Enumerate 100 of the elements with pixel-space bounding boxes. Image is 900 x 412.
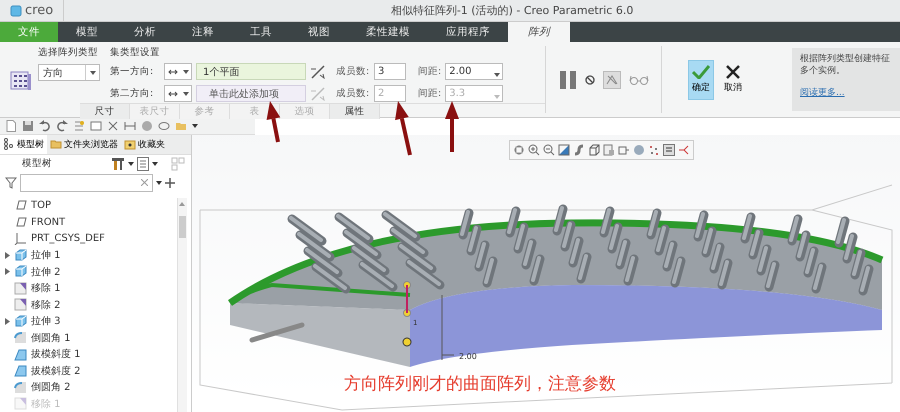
- read-more-link[interactable]: 阅读更多...: [800, 87, 900, 99]
- menu-tab[interactable]: 注释: [174, 22, 232, 42]
- cube-icon[interactable]: [588, 144, 600, 156]
- undo-icon[interactable]: [39, 120, 51, 132]
- redo-icon[interactable]: [56, 120, 68, 132]
- menu-tab[interactable]: 柔性建模: [348, 22, 428, 42]
- spacing-label: 间距:: [418, 65, 442, 78]
- tree-item[interactable]: TOP: [0, 198, 177, 214]
- plus-icon[interactable]: [165, 178, 175, 188]
- curve-icon: [14, 380, 27, 394]
- close-icon: [141, 179, 148, 186]
- branch-icon[interactable]: [678, 144, 690, 156]
- panel-title: 模型树: [22, 157, 53, 170]
- document-icon[interactable]: [5, 120, 17, 132]
- search-field[interactable]: [20, 174, 153, 192]
- save-icon[interactable]: [22, 120, 34, 132]
- direction-label: 第二方向:: [110, 87, 154, 100]
- count-field[interactable]: 3: [374, 63, 406, 80]
- direction-label: 第一方向:: [110, 65, 154, 78]
- dimension-label: 2.00: [459, 352, 477, 361]
- caret-icon: [90, 70, 96, 74]
- dots-icon[interactable]: [648, 144, 660, 156]
- annotation-caption: 方向阵列刚才的曲面阵列，注意参数: [344, 373, 616, 395]
- arrow-annotation: [445, 101, 459, 152]
- tree-item[interactable]: 移除 2: [0, 296, 177, 314]
- caret-icon: [494, 73, 500, 77]
- tree-item[interactable]: 倒圆角 1: [0, 330, 177, 346]
- regenerate-icon[interactable]: [73, 120, 85, 132]
- caret-icon: [494, 95, 500, 99]
- scrollbar[interactable]: [177, 198, 187, 412]
- cube-icon: [14, 265, 27, 278]
- zoom-fit-icon[interactable]: [513, 144, 525, 156]
- layers-icon[interactable]: [663, 144, 675, 156]
- filter-icon[interactable]: [5, 176, 17, 189]
- menu-tab[interactable]: 视图: [290, 22, 348, 42]
- scrollbar-thumb[interactable]: [179, 216, 186, 238]
- tree-icon: [3, 138, 15, 150]
- tree-item[interactable]: 拉伸 3: [0, 313, 177, 330]
- tree-item[interactable]: 拔模斜度 1: [0, 346, 177, 363]
- check-icon: [692, 65, 710, 79]
- ribbon-tab[interactable]: 属性: [330, 104, 380, 119]
- menu-tab[interactable]: 应用程序: [428, 22, 508, 42]
- menu-tab[interactable]: 阵列: [508, 22, 570, 42]
- direction-dropdown[interactable]: [164, 85, 192, 102]
- wedge-icon: [14, 364, 27, 378]
- caret-icon[interactable]: [152, 162, 158, 166]
- spacing-dropdown[interactable]: 2.00: [445, 63, 504, 80]
- flip-direction-icon: [310, 86, 326, 100]
- panel-tab[interactable]: 收藏夹: [121, 135, 168, 154]
- ribbon-tab[interactable]: 尺寸: [80, 104, 130, 119]
- reference-field[interactable]: 1个平面: [196, 63, 306, 80]
- plane-icon: [14, 216, 27, 229]
- window-icon[interactable]: [90, 120, 102, 132]
- menu-tab[interactable]: 模型: [58, 22, 116, 42]
- caret-icon[interactable]: [192, 124, 198, 128]
- expand-arrow-icon[interactable]: [5, 318, 10, 325]
- close-icon: [726, 65, 740, 79]
- pause-icon: [558, 70, 576, 90]
- tree-item[interactable]: 拔模斜度 2: [0, 362, 177, 380]
- arrows-icon: [168, 90, 190, 98]
- ok-button[interactable]: 确定: [688, 60, 714, 100]
- list-icon[interactable]: [137, 156, 149, 171]
- caret-icon[interactable]: [128, 162, 134, 166]
- zoom-in-icon[interactable]: [528, 144, 540, 156]
- menu-tab[interactable]: 工具: [232, 22, 290, 42]
- expand-arrow-icon[interactable]: [5, 252, 10, 259]
- cube-icon: [14, 248, 27, 262]
- square-icon: [14, 298, 27, 312]
- menu-tab[interactable]: 分析: [116, 22, 174, 42]
- cancel-button[interactable]: 取消: [720, 60, 746, 100]
- view-icon[interactable]: [558, 144, 570, 156]
- box-arrow-icon[interactable]: [618, 144, 630, 156]
- window-title: 相似特征阵列-1 (活动的) - Creo Parametric 6.0: [390, 3, 634, 18]
- square-icon: [14, 397, 27, 410]
- caret-icon[interactable]: [156, 180, 162, 185]
- wedge-icon: [14, 348, 27, 361]
- tree-item[interactable]: PRT_CSYS_DEF: [0, 230, 177, 248]
- tree-item[interactable]: 倒圆角 2: [0, 379, 177, 396]
- panel-tab[interactable]: 模型树: [0, 135, 47, 154]
- glasses-icon: [628, 74, 648, 84]
- pattern-type-dropdown[interactable]: 方向: [38, 64, 100, 81]
- panel-tab[interactable]: 文件夹浏览器: [47, 135, 121, 154]
- tree-item[interactable]: 拉伸 2: [0, 264, 177, 280]
- sheet-icon[interactable]: [603, 144, 615, 156]
- dimension-icon[interactable]: [124, 120, 136, 132]
- logo-text: creo: [25, 3, 54, 18]
- tools-icon[interactable]: [111, 156, 125, 171]
- zoom-out-icon[interactable]: [543, 144, 555, 156]
- direction-dropdown[interactable]: [164, 63, 192, 80]
- pipe-icon[interactable]: [573, 144, 585, 156]
- tree-item[interactable]: 拉伸 1: [0, 247, 177, 264]
- tree-item[interactable]: 移除 1: [0, 280, 177, 297]
- expand-arrow-icon[interactable]: [5, 268, 10, 276]
- tree-item[interactable]: FRONT: [0, 214, 177, 231]
- arrow-annotation: [395, 101, 412, 156]
- ellipse-icon[interactable]: [158, 120, 170, 132]
- axes-icon: [14, 232, 27, 246]
- help-text: 多个实例。: [800, 65, 846, 77]
- close-icon[interactable]: [107, 120, 119, 132]
- arrows-icon: [168, 68, 190, 76]
